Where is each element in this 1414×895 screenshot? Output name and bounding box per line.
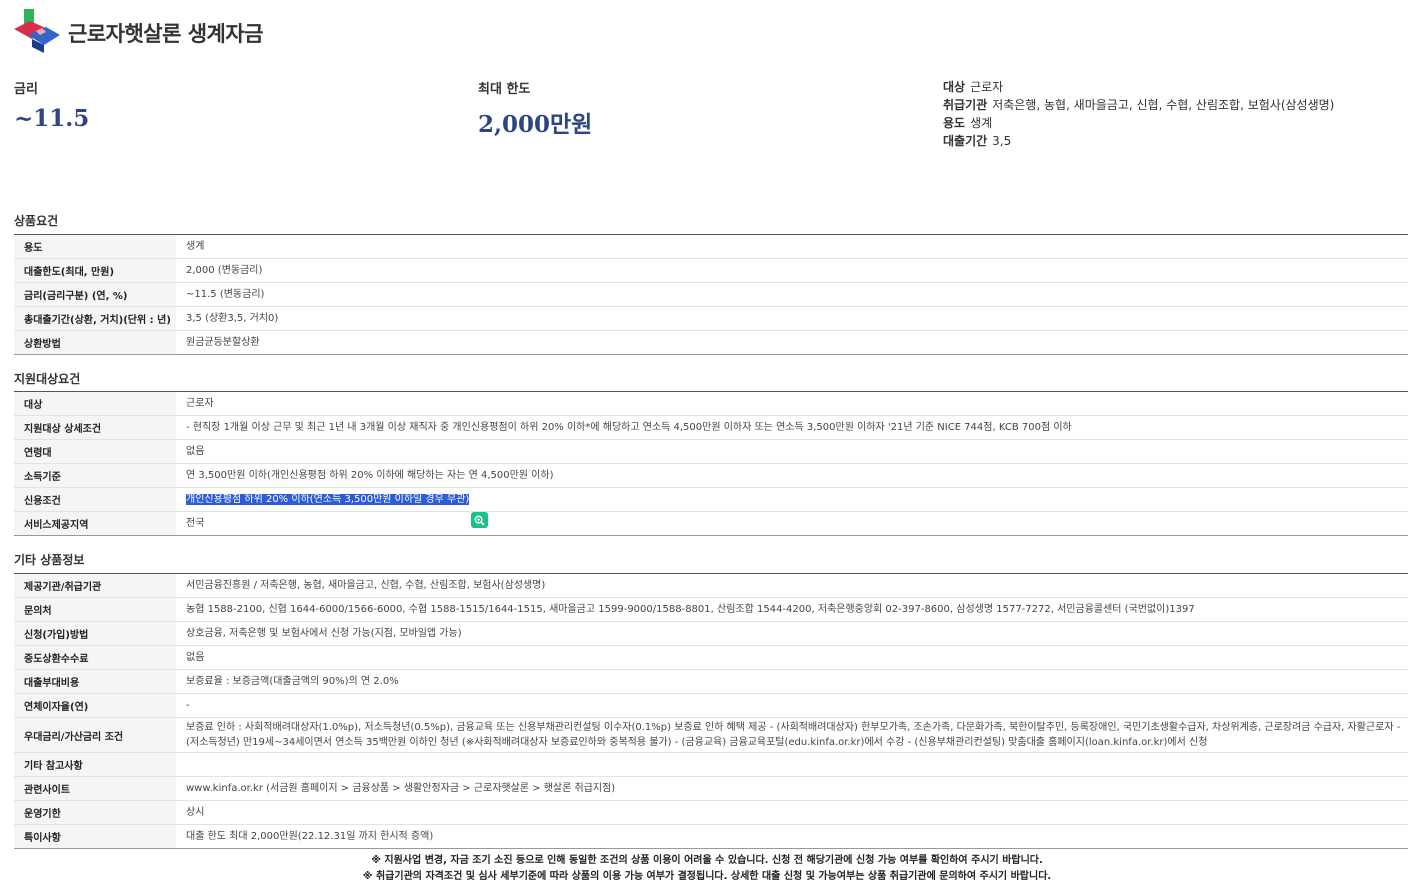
table-row: 대출한도(최대, 만원) 2,000 (변동금리) — [14, 258, 1408, 283]
page-title: 근로자햇살론 생계자금 — [68, 22, 264, 46]
page-header: 근로자햇살론 생계자금 — [14, 8, 264, 56]
table-row: 서비스제공지역 전국 — [14, 511, 1408, 536]
table-row: 신용조건 개인신용평점 하위 20% 이하(연소득 3,500만원 이하일 경우 … — [14, 487, 1408, 512]
table-row: 우대금리/가산금리 조건 보증료 인하 : 사회적배려대상자(1.0%p), 저소… — [14, 717, 1408, 753]
section-title-product: 상품요건 — [14, 214, 59, 228]
info-row: 용도 생계 — [943, 116, 993, 130]
table-row: 소득기준 연 3,500만원 이하(개인신용평점 하위 20% 이하에 해당하는 … — [14, 463, 1408, 488]
summary-info: 대상 근로자 취급기관 저축은행, 농협, 새마을금고, 신협, 수협, 산림조합,… — [943, 78, 1334, 150]
notice-2: ※ 취급기관의 자격조건 및 심사 세부기준에 따라 상품의 이용 가능 여부가… — [362, 871, 1052, 882]
table-row: 대출부대비용 보증료율 : 보증금액(대출금액의 90%)의 연 2.0% — [14, 669, 1408, 694]
summary-rate: 금리 ~11.5 — [14, 78, 89, 132]
table-row: 총대출기간(상환, 거치)(단위 : 년) 3,5 (상환3,5, 거치0) — [14, 306, 1408, 331]
target-table: 대상 근로자 지원대상 상세조건 - 현직장 1개월 이상 근무 및 최근 1년 내… — [14, 391, 1408, 536]
table-row: 제공기관/취급기관 서민금융진흥원 / 저축은행, 농협, 새마을금고, 신협, … — [14, 573, 1408, 598]
table-row: 지원대상 상세조건 - 현직장 1개월 이상 근무 및 최근 1년 내 3개월 이… — [14, 415, 1408, 440]
section-title-target: 지원대상요건 — [14, 372, 81, 386]
table-row: 상환방법 원금균등분할상환 — [14, 330, 1408, 355]
table-row: 기타 참고사항 — [14, 752, 1408, 777]
etc-table: 제공기관/취급기관 서민금융진흥원 / 저축은행, 농협, 새마을금고, 신협, … — [14, 573, 1408, 849]
limit-value: 2,000만원 — [478, 111, 593, 138]
table-row: 대상 근로자 — [14, 391, 1408, 416]
info-row: 대출기간 3,5 — [943, 134, 1012, 148]
info-row: 취급기관 저축은행, 농협, 새마을금고, 신협, 수협, 산림조합, 보험사(삼… — [943, 98, 1335, 112]
table-row: 관련사이트 www.kinfa.or.kr (서금원 홈페이지 > 금융상품 > … — [14, 776, 1408, 801]
table-row: 특이사항 대출 한도 최대 2,000만원(22.12.31일 까지 한시적 증액… — [14, 824, 1408, 849]
table-row: 문의처 농협 1588-2100, 신협 1644-6000/1566-6000,… — [14, 597, 1408, 622]
table-row: 운영기한 상시 — [14, 800, 1408, 825]
section-title-etc: 기타 상품정보 — [14, 553, 85, 567]
table-row: 중도상환수수료 없음 — [14, 645, 1408, 670]
rate-value: ~11.5 — [14, 105, 90, 132]
table-row: 연체이자율(연) - — [14, 693, 1408, 718]
summary-panel: 금리 ~11.5 최대 한도 2,000만원 대상 근로자 취급기관 저축은행, 농… — [14, 78, 1408, 158]
table-row: 금리(금리구분) (연, %) ~11.5 (변동금리) — [14, 282, 1408, 307]
selected-text[interactable]: 개인신용평점 하위 20% 이하(연소득 3,500만원 이하일 경우 무관) — [186, 494, 470, 505]
info-row: 대상 근로자 — [943, 80, 1004, 94]
table-row: 신청(가입)방법 상호금융, 저축은행 및 보험사에서 신청 가능(지점, 모바일… — [14, 621, 1408, 646]
summary-limit: 최대 한도 2,000만원 — [478, 78, 592, 139]
search-zoom-icon[interactable] — [471, 512, 488, 528]
related-site-link[interactable]: www.kinfa.or.kr (서금원 홈페이지 > 금융상품 > 생활안정자… — [176, 776, 1408, 801]
table-row: 용도 생계 — [14, 234, 1408, 259]
table-row: 연령대 없음 — [14, 439, 1408, 464]
limit-label: 최대 한도 — [478, 82, 531, 97]
product-table: 용도 생계 대출한도(최대, 만원) 2,000 (변동금리) 금리(금리구분) (… — [14, 234, 1408, 355]
brand-logo-icon — [14, 9, 62, 55]
rate-label: 금리 — [14, 82, 38, 97]
notice-1: ※ 지원사업 변경, 자금 조기 소진 등으로 인해 동일한 조건의 상품 이용… — [371, 855, 1043, 866]
